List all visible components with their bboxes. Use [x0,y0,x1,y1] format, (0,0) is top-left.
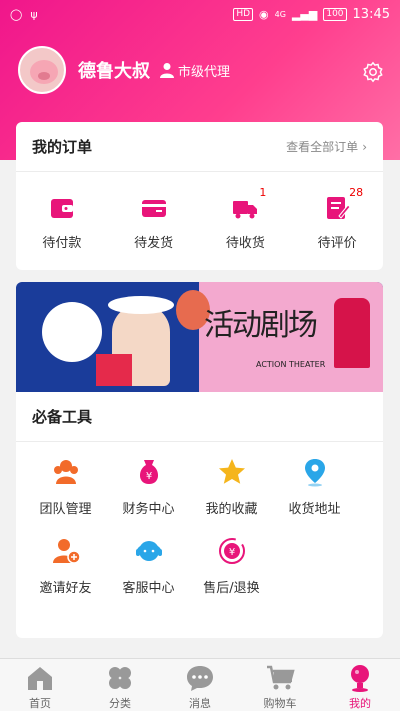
role-label: 市级代理 [178,64,231,80]
clock: 13:45 [352,6,390,22]
tool-finance-center[interactable]: ¥ 财务中心 [107,456,190,517]
star-icon [218,459,245,484]
tab-label: 购物车 [263,697,297,710]
role-badge: 市级代理 [160,61,230,80]
notification-icon: ◯ [10,7,23,21]
view-all-orders-link[interactable]: 查看全部订单 › [286,138,367,155]
profile-header: 德鲁大叔 市级代理 [18,46,230,94]
tab-label: 首页 [29,697,51,710]
status-bar: ◯ ψ HD ◉ 4G ▂▄▆ 100 13:45 [0,0,400,28]
hd-indicator: HD [233,7,254,21]
chevron-right-icon: › [362,139,367,154]
tab-cart[interactable]: 购物车 [240,659,320,711]
signal-icon: ▂▄▆ [291,7,318,21]
dress-illustration [334,298,370,368]
tool-label: 客服中心 [122,581,175,596]
order-pending-shipment[interactable]: 待发货 [114,194,194,251]
eye-icon: ◉ [259,7,269,21]
banner-title: 活动剧场 [204,308,318,343]
count-badge: 1 [259,186,267,199]
order-pending-payment[interactable]: 待付款 [22,194,102,251]
tool-address[interactable]: 收货地址 [273,456,356,517]
headset-icon [135,541,162,561]
view-all-label: 查看全部订单 [286,140,359,154]
orders-card: 我的订单 查看全部订单 › 待付款 待发货 1 待收货 28 待评价 [16,122,383,270]
bottom-tab-bar: 首页 分类 消息 购物车 我的 [0,658,400,711]
order-label: 待收货 [225,236,265,251]
message-icon [187,666,213,691]
cart-illustration [42,302,102,362]
money-bag-icon: ¥ [139,460,158,484]
tool-favorites[interactable]: 我的收藏 [190,456,273,517]
order-pending-review[interactable]: 28 待评价 [297,186,377,251]
refund-icon: ¥ [218,538,245,564]
team-icon [53,460,78,484]
category-icon [109,667,131,689]
tool-customer-service[interactable]: 客服中心 [107,535,190,596]
tool-label: 团队管理 [39,502,92,517]
tool-after-sales[interactable]: ¥ 售后/退换 [190,535,273,596]
svg-text:¥: ¥ [145,471,151,482]
tab-messages[interactable]: 消息 [160,659,240,711]
order-label: 待发货 [134,236,174,251]
tab-label: 我的 [349,697,371,710]
tool-label: 我的收藏 [205,502,258,517]
count-badge: 28 [349,186,364,199]
tab-profile[interactable]: 我的 [320,659,400,711]
tool-label: 售后/退换 [203,581,260,596]
svg-text:¥: ¥ [228,547,234,558]
truck-icon [233,201,258,219]
tab-label: 分类 [109,697,131,710]
hat-illustration [108,296,174,314]
network-indicator: 4G [274,9,286,19]
battery-indicator: 100 [323,7,347,21]
tab-home[interactable]: 首页 [0,659,80,711]
tool-invite-friends[interactable]: 邀请好友 [24,535,107,596]
gear-icon[interactable] [362,61,384,83]
banner-subtitle: ACTION THEATER [256,360,326,369]
tab-category[interactable]: 分类 [80,659,160,711]
user-icon [160,63,174,78]
home-icon [28,667,52,690]
promo-banner[interactable]: 活动剧场 ACTION THEATER [16,282,383,392]
tool-label: 收货地址 [288,502,341,517]
username: 德鲁大叔 [78,61,150,82]
tool-label: 财务中心 [122,502,175,517]
location-pin-icon [304,459,325,487]
order-label: 待评价 [317,236,357,251]
tools-card: 必备工具 团队管理 ¥ 财务中心 我的收藏 收货地址 邀请好友 客服中心 ¥ 售 [16,392,383,638]
cart-icon [267,665,295,690]
wallet-icon [50,199,73,218]
avatar[interactable] [18,46,66,94]
order-label: 待付款 [42,236,82,251]
shopping-bag-illustration [96,354,132,386]
order-pending-receipt[interactable]: 1 待收货 [205,186,285,251]
review-icon [327,197,351,219]
tool-team-management[interactable]: 团队管理 [24,456,107,517]
tools-title: 必备工具 [32,408,93,426]
usb-icon: ψ [30,7,38,21]
tab-label: 消息 [189,697,211,710]
card-icon [141,200,166,217]
orders-title: 我的订单 [32,138,93,156]
invite-user-icon [52,539,81,564]
profile-icon [351,665,369,692]
tool-label: 邀请好友 [39,581,92,596]
